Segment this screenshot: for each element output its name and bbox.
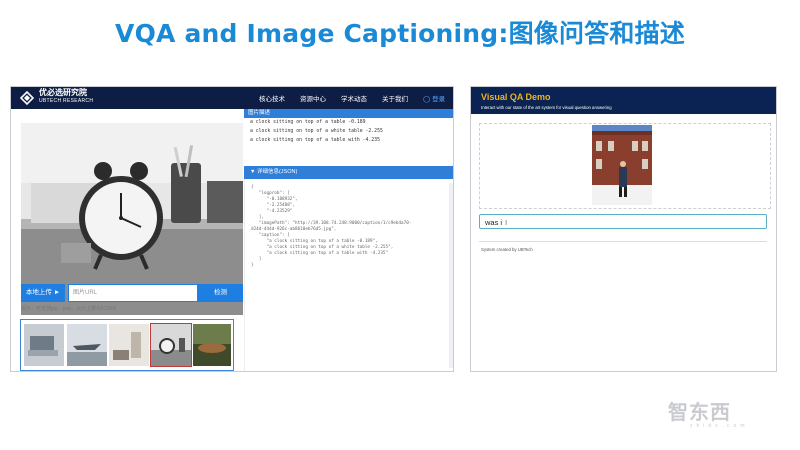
text-cursor-icon: I (505, 220, 508, 227)
watermark-logo: 智东西 zhidx.com (668, 403, 749, 429)
thumbnail-food[interactable] (193, 324, 231, 366)
brand-name-en: UBTECH RESEARCH (39, 98, 94, 104)
captioning-app-screenshot: 优必选研究院 UBTECH RESEARCH 核心技术 资源中心 学术动态 关于… (10, 86, 454, 372)
nav-item-resources[interactable]: 资源中心 (300, 93, 326, 103)
json-scrollbar[interactable] (449, 183, 453, 368)
vqa-subtitle: Interact with our state of the art syste… (481, 105, 612, 110)
local-upload-button[interactable]: 本地上传 ► (21, 284, 65, 302)
caption-header: 图片描述 (244, 109, 453, 118)
question-input[interactable]: was iI (479, 214, 767, 229)
local-upload-label: 本地上传 (25, 289, 52, 296)
login-label: 登录 (432, 96, 446, 103)
watermark-sub: zhidx.com (690, 423, 749, 429)
nav-item-about[interactable]: 关于我们 (382, 93, 408, 103)
caption-line: a clock sitting on top of a table with -… (250, 138, 380, 143)
watermark-main: 智东西 (668, 402, 731, 424)
json-details: { "logprob": [ "-0.188932", "-2.25488", … (244, 179, 453, 371)
upload-hint: 提示：可支持jpg，png，大小上限为512KB (21, 306, 117, 312)
vqa-app-screenshot: Visual QA Demo Interact with our state o… (470, 86, 777, 372)
divider (479, 241, 767, 242)
thumbnail-laptop[interactable] (24, 324, 64, 366)
question-text: was i (485, 218, 503, 227)
sample-thumbnails (20, 319, 234, 371)
json-details-toggle[interactable]: ▼ 详细信息(JSON) (244, 166, 453, 179)
caption-line: a clock sitting on top of a white table … (250, 129, 383, 134)
vqa-photo (592, 125, 652, 205)
result-column: 图片描述 a clock sitting on top of a table -… (244, 109, 453, 371)
thumbnail-room[interactable] (109, 324, 149, 366)
login-link[interactable]: ◯ 登录 (423, 93, 445, 103)
detect-button[interactable]: 检测 (198, 284, 243, 302)
image-url-input[interactable]: 图片URL (68, 284, 198, 302)
nav-menu: 核心技术 资源中心 学术动态 关于我们 ◯ 登录 (259, 87, 445, 109)
brand[interactable]: 优必选研究院 UBTECH RESEARCH (39, 89, 93, 104)
slide-title: VQA and Image Captioning:图像问答和描述 (115, 19, 685, 48)
json-line: } (251, 263, 254, 268)
nav-item-core-tech[interactable]: 核心技术 (259, 93, 285, 103)
thumbnail-clock-selected[interactable] (150, 323, 192, 367)
vqa-banner: Visual QA Demo Interact with our state o… (471, 87, 776, 114)
caption-list: a clock sitting on top of a table -0.189… (244, 118, 453, 151)
caption-line: a clock sitting on top of a table -0.189 (250, 120, 366, 125)
user-icon: ◯ (423, 96, 431, 103)
thumbnail-jet[interactable] (67, 324, 107, 366)
top-nav: 优必选研究院 UBTECH RESEARCH 核心技术 资源中心 学术动态 关于… (11, 87, 453, 109)
credit-text: System created by UBTech (481, 247, 533, 252)
upload-row: 本地上传 ► 图片URL 检测 (21, 284, 243, 302)
vqa-title: Visual QA Demo (481, 92, 551, 102)
brand-name-cn: 优必选研究院 (39, 88, 87, 97)
nav-item-academic[interactable]: 学术动态 (341, 93, 367, 103)
cursor-icon: ► (53, 289, 61, 296)
ubtech-logo-icon (19, 90, 35, 106)
